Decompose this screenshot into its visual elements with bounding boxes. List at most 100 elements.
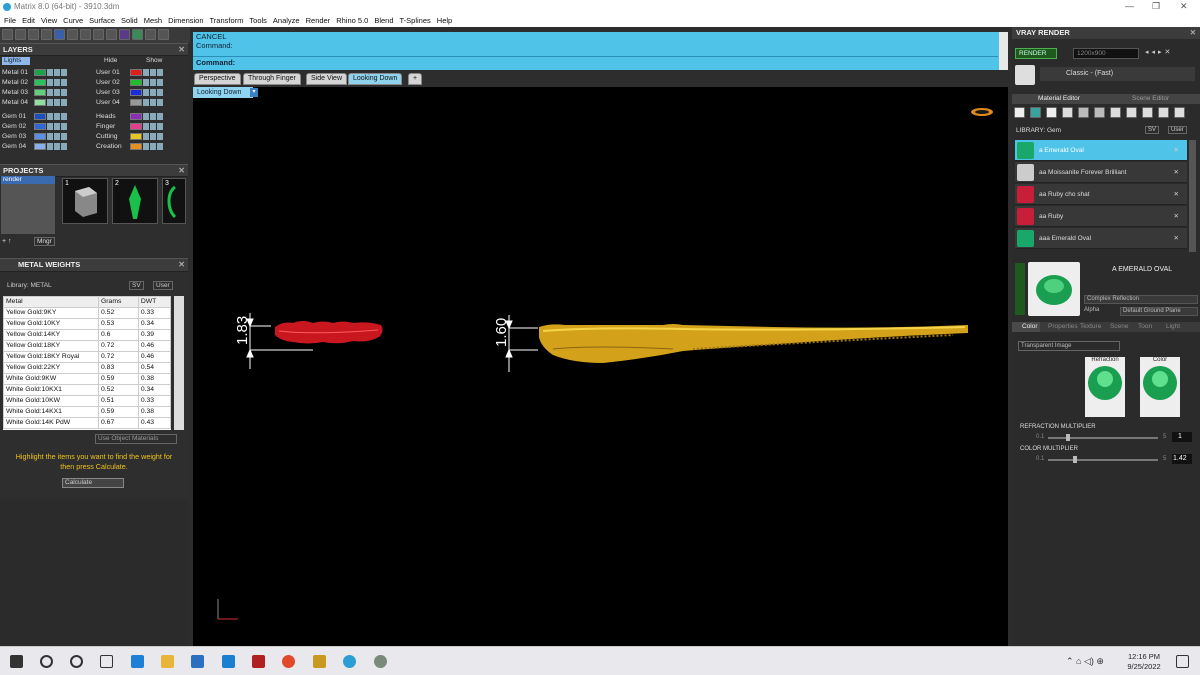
table-scrollbar[interactable]	[174, 296, 184, 430]
tab-color[interactable]: Color	[1012, 322, 1040, 332]
lock-icon[interactable]	[143, 88, 149, 96]
visibility-icon[interactable]	[54, 88, 60, 96]
material-item[interactable]: aa Ruby ✕	[1015, 206, 1187, 227]
menu-help[interactable]: Help	[437, 14, 452, 27]
tile-icon[interactable]	[1126, 107, 1137, 118]
bulb-icon[interactable]	[61, 78, 67, 86]
lights-item[interactable]: Lights	[2, 57, 30, 65]
tab-side-view[interactable]: Side View	[306, 73, 348, 85]
layer-color-swatch[interactable]	[130, 88, 142, 96]
layer-color-swatch[interactable]	[130, 142, 142, 150]
remove-icon[interactable]: ✕	[1174, 206, 1179, 227]
manager-button[interactable]: Mngr	[34, 237, 55, 246]
rhino-icon[interactable]	[374, 655, 387, 668]
zoom-icon[interactable]	[93, 29, 104, 40]
table-row[interactable]: Yellow Gold:18KY Royal 0.72 0.46	[3, 351, 171, 363]
bulb-icon[interactable]	[61, 122, 67, 130]
visibility-icon[interactable]	[54, 68, 60, 76]
layer-color-swatch[interactable]	[130, 112, 142, 120]
table-row[interactable]: White Gold:10KW 0.51 0.33	[3, 395, 171, 407]
use-object-materials-select[interactable]: Use Object Materials	[95, 434, 177, 444]
color-slider-handle[interactable]	[1073, 456, 1077, 463]
show-button[interactable]: Show	[146, 57, 162, 64]
user-button[interactable]: User	[1168, 126, 1187, 134]
remove-icon[interactable]: ✕	[1174, 140, 1179, 161]
edge-icon[interactable]	[131, 655, 144, 668]
lock-icon[interactable]	[143, 142, 149, 150]
cortana-icon[interactable]	[70, 655, 83, 668]
bulb-icon[interactable]	[157, 142, 163, 150]
project-item[interactable]: render	[1, 176, 55, 184]
render-controls[interactable]: ◂◂▸✕	[1145, 48, 1197, 59]
table-row[interactable]: Yellow Gold:14KY 0.6 0.39	[3, 329, 171, 341]
layer-color-swatch[interactable]	[34, 68, 46, 76]
remove-icon[interactable]: ✕	[1174, 228, 1179, 249]
sv-button[interactable]: SV	[1145, 126, 1160, 134]
remove-icon[interactable]: ✕	[1174, 162, 1179, 183]
layer-color-swatch[interactable]	[34, 112, 46, 120]
menu-dimension[interactable]: Dimension	[168, 14, 203, 27]
layer-color-swatch[interactable]	[34, 122, 46, 130]
pan-icon[interactable]	[80, 29, 91, 40]
layer-row[interactable]: Metal 04	[2, 98, 90, 107]
table-row[interactable]: White Gold:14KX1 0.59 0.38	[3, 406, 171, 418]
table-row[interactable]: White Gold:9KW 0.59 0.38	[3, 373, 171, 385]
command-scrollbar[interactable]	[999, 32, 1008, 70]
open-file-icon[interactable]	[15, 29, 26, 40]
refraction-slider-handle[interactable]	[1066, 434, 1070, 441]
layer-row[interactable]: Gem 04	[2, 142, 90, 151]
maximize-button[interactable]: ❐	[1152, 0, 1160, 13]
layer-color-swatch[interactable]	[34, 78, 46, 86]
bulb-icon[interactable]	[157, 122, 163, 130]
color-slider[interactable]	[1048, 459, 1158, 461]
visibility-icon[interactable]	[150, 142, 156, 150]
refraction-value[interactable]: 1	[1172, 432, 1192, 442]
tab-looking-down[interactable]: Looking Down	[348, 73, 403, 85]
visibility-icon[interactable]	[150, 98, 156, 106]
store-icon[interactable]	[191, 655, 204, 668]
tab-properties[interactable]: Properties	[1040, 322, 1078, 332]
color-swatch[interactable]: Color	[1140, 357, 1180, 417]
table-row[interactable]: Yellow Gold:10KY 0.53 0.34	[3, 318, 171, 330]
ground-plane-select[interactable]: Default Ground Plane	[1120, 307, 1198, 316]
bulb-icon[interactable]	[157, 78, 163, 86]
menu-tsplines[interactable]: T-Splines	[400, 14, 431, 27]
bulb-icon[interactable]	[157, 112, 163, 120]
close-icon[interactable]: ✕	[178, 259, 185, 271]
remove-icon[interactable]: ✕	[1174, 184, 1179, 205]
osnap-icon[interactable]	[158, 29, 169, 40]
project-thumb-3[interactable]: 3	[162, 178, 186, 224]
lock-icon[interactable]	[143, 98, 149, 106]
lock-icon[interactable]	[47, 68, 53, 76]
layer-icon[interactable]	[54, 29, 65, 40]
matrix-icon[interactable]	[343, 655, 356, 668]
close-button[interactable]: ✕	[1180, 0, 1188, 13]
refraction-swatch[interactable]: Refraction	[1085, 357, 1125, 417]
minimize-button[interactable]: —	[1125, 0, 1134, 13]
menu-analyze[interactable]: Analyze	[273, 14, 300, 27]
app-icon[interactable]	[252, 655, 265, 668]
tab-through-finger[interactable]: Through Finger	[243, 73, 301, 85]
visibility-icon[interactable]	[150, 88, 156, 96]
start-icon[interactable]	[10, 655, 23, 668]
bulb-icon[interactable]	[61, 132, 67, 140]
snap-icon[interactable]	[145, 29, 156, 40]
material-item[interactable]: a Emerald Oval ✕	[1015, 140, 1187, 161]
print-icon[interactable]	[41, 29, 52, 40]
layer-row[interactable]: Gem 01	[2, 112, 90, 121]
menu-tools[interactable]: Tools	[249, 14, 267, 27]
layer-color-swatch[interactable]	[130, 98, 142, 106]
material-icon[interactable]	[1030, 107, 1041, 118]
table-row[interactable]: Yellow Gold:18KY 0.72 0.46	[3, 340, 171, 352]
visibility-icon[interactable]	[150, 112, 156, 120]
tab-light[interactable]: Light	[1160, 322, 1188, 332]
visibility-icon[interactable]	[150, 132, 156, 140]
material-scrollbar[interactable]	[1189, 140, 1196, 252]
layer-row[interactable]: Finger	[96, 122, 184, 131]
layer-color-swatch[interactable]	[130, 68, 142, 76]
lock-icon[interactable]	[143, 78, 149, 86]
project-thumb-1[interactable]: 1	[62, 178, 108, 224]
table-row[interactable]: White Gold:10KX1 0.52 0.34	[3, 384, 171, 396]
preset-select[interactable]: Classic - (Fast)	[1040, 67, 1195, 81]
lock-icon[interactable]	[47, 122, 53, 130]
